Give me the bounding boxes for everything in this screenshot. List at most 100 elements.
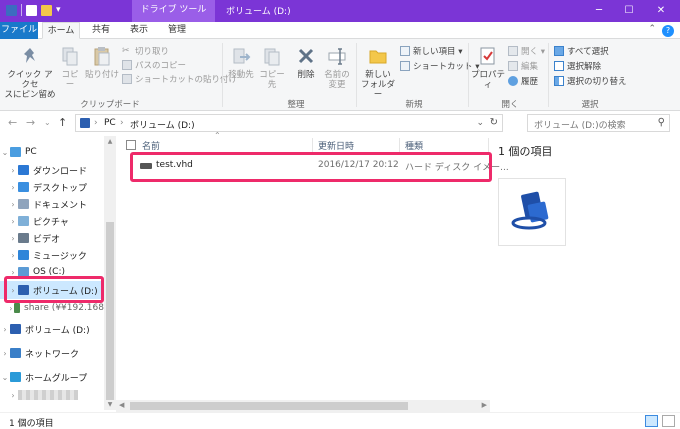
search-placeholder: ボリューム (D:)の検索 <box>534 121 626 131</box>
network-icon <box>10 348 21 358</box>
file-list-horizontal-scrollbar[interactable]: ◀ ▶ <box>116 400 490 412</box>
properties-button[interactable]: プロパティ <box>470 45 506 90</box>
nav-item-volume-d-root[interactable]: › ボリューム (D:) <box>0 320 104 338</box>
history-icon <box>508 76 518 86</box>
tab-file[interactable]: ファイル <box>0 22 38 39</box>
breadcrumb-pc[interactable]: PC <box>104 118 116 128</box>
large-icons-view-icon[interactable] <box>662 415 675 427</box>
collapse-ribbon-icon[interactable]: ⌃ <box>648 24 656 34</box>
new-folder-icon <box>369 50 387 64</box>
expand-chevron-icon[interactable]: › <box>8 251 18 260</box>
nav-item-label: ドキュメント <box>33 200 88 211</box>
history-button[interactable]: 履歴 <box>508 75 538 87</box>
new-item-button[interactable]: 新しい項目 ▾ <box>400 45 462 57</box>
expand-chevron-icon[interactable]: › <box>0 325 10 334</box>
recent-locations-chevron-icon[interactable]: ⌄ <box>44 118 51 127</box>
expand-chevron-icon[interactable]: › <box>0 349 10 358</box>
nav-item-homegroup-user[interactable]: › <box>0 386 104 404</box>
paste-shortcut-button[interactable]: ショートカットの貼り付け <box>122 73 237 85</box>
expand-chevron-icon[interactable]: › <box>8 304 14 313</box>
scroll-left-arrow-icon[interactable]: ◀ <box>119 401 124 409</box>
group-separator <box>468 43 469 107</box>
cut-button[interactable]: ✂ 切り取り <box>122 45 169 57</box>
scrollbar-thumb[interactable] <box>130 402 408 410</box>
nav-item-homegroup[interactable]: ⌄ ホームグループ <box>0 368 104 386</box>
nav-item-pc[interactable]: ⌄ PC <box>0 143 104 161</box>
nav-pane-scrollbar[interactable]: ▲ ▼ <box>104 136 116 410</box>
status-item-count: 1 個の項目 <box>9 419 54 429</box>
nav-item-documents[interactable]: › ドキュメント <box>0 195 104 213</box>
expand-chevron-icon[interactable]: › <box>8 200 18 209</box>
invert-selection-button[interactable]: 選択の切り替え <box>554 75 627 87</box>
address-bar[interactable]: › PC › ボリューム (D:) ⌄ ↻ <box>75 114 503 132</box>
nav-item-downloads[interactable]: › ダウンロード <box>0 161 104 179</box>
copy-to-button[interactable]: コピー先 <box>257 45 287 90</box>
close-button[interactable]: ✕ <box>646 0 676 22</box>
expand-chevron-icon[interactable]: › <box>8 183 18 192</box>
breadcrumb-separator: › <box>94 118 98 128</box>
paste-label: 貼り付け <box>84 70 119 80</box>
expand-chevron-icon[interactable]: › <box>8 234 18 243</box>
delete-button[interactable]: 削除 <box>294 45 318 80</box>
back-arrow-icon[interactable]: ← <box>8 116 17 129</box>
scroll-right-arrow-icon[interactable]: ▶ <box>482 401 487 409</box>
nav-item-music[interactable]: › ミュージック <box>0 246 104 264</box>
edit-button[interactable]: 編集 <box>508 60 538 72</box>
column-type[interactable]: 種類 <box>405 139 423 152</box>
maximize-button[interactable]: ☐ <box>614 0 644 22</box>
column-separator[interactable] <box>312 138 313 152</box>
copy-to-label: コピー先 <box>259 70 285 90</box>
expand-chevron-icon[interactable]: › <box>8 217 18 226</box>
forward-arrow-icon[interactable]: → <box>26 116 35 129</box>
paste-button[interactable]: 貼り付け <box>84 45 120 80</box>
collapse-chevron-icon[interactable]: ⌄ <box>0 148 10 157</box>
select-all-checkbox[interactable] <box>126 140 136 150</box>
scroll-up-arrow-icon[interactable]: ▲ <box>104 138 116 145</box>
expand-chevron-icon[interactable]: › <box>8 391 18 400</box>
new-folder-icon[interactable] <box>41 4 52 16</box>
pin-label-2: スにピン留め <box>4 90 56 100</box>
address-dropdown-icon[interactable]: ⌄ <box>476 118 484 128</box>
new-folder-button[interactable]: 新しい フォルダー <box>358 45 398 100</box>
nav-item-pictures[interactable]: › ピクチャ <box>0 212 104 230</box>
column-separator[interactable] <box>488 138 489 152</box>
collapse-chevron-icon[interactable]: ⌄ <box>0 373 10 382</box>
copy-button[interactable]: コピー <box>58 45 82 90</box>
minimize-button[interactable]: ─ <box>584 0 614 22</box>
highlight-file-row <box>130 152 492 182</box>
nav-item-network[interactable]: › ネットワーク <box>0 344 104 362</box>
tab-manage[interactable]: 管理 <box>160 22 194 39</box>
search-box[interactable]: ボリューム (D:)の検索 ⚲ <box>527 114 670 132</box>
scrollbar-thumb[interactable] <box>106 222 114 400</box>
help-icon[interactable]: ? <box>662 25 674 37</box>
select-none-button[interactable]: 選択解除 <box>554 60 601 72</box>
paste-icon <box>94 47 110 66</box>
tab-share[interactable]: 共有 <box>86 22 116 39</box>
pictures-icon <box>18 216 29 226</box>
invert-selection-icon <box>554 76 564 86</box>
pc-icon <box>10 147 21 157</box>
scroll-down-arrow-icon[interactable]: ▼ <box>104 401 116 408</box>
details-view-icon[interactable] <box>645 415 658 427</box>
up-arrow-icon[interactable]: ↑ <box>58 116 67 129</box>
tab-home[interactable]: ホーム <box>42 22 80 39</box>
nav-item-videos[interactable]: › ビデオ <box>0 229 104 247</box>
qa-separator <box>21 4 22 16</box>
qa-dropdown-icon[interactable]: ▾ <box>56 5 61 15</box>
pin-quick-access-button[interactable]: クイック アクセ スにピン留め <box>4 45 56 100</box>
copy-path-button[interactable]: パスのコピー <box>122 59 186 71</box>
expand-chevron-icon[interactable]: › <box>8 166 18 175</box>
nav-item-desktop[interactable]: › デスクトップ <box>0 178 104 196</box>
move-to-button[interactable]: 移動先 <box>226 45 256 80</box>
tab-view[interactable]: 表示 <box>124 22 154 39</box>
column-name[interactable]: 名前 <box>142 139 160 152</box>
refresh-icon[interactable]: ↻ <box>490 117 498 128</box>
column-separator[interactable] <box>399 138 400 152</box>
drive-icon[interactable] <box>6 4 17 16</box>
select-all-button[interactable]: すべて選択 <box>554 45 609 57</box>
breadcrumb-volume[interactable]: ボリューム (D:) <box>130 118 195 131</box>
rename-button[interactable]: 名前の 変更 <box>322 45 352 90</box>
column-date[interactable]: 更新日時 <box>318 139 354 152</box>
open-button[interactable]: 開く ▾ <box>508 45 545 57</box>
properties-icon[interactable] <box>26 4 37 16</box>
